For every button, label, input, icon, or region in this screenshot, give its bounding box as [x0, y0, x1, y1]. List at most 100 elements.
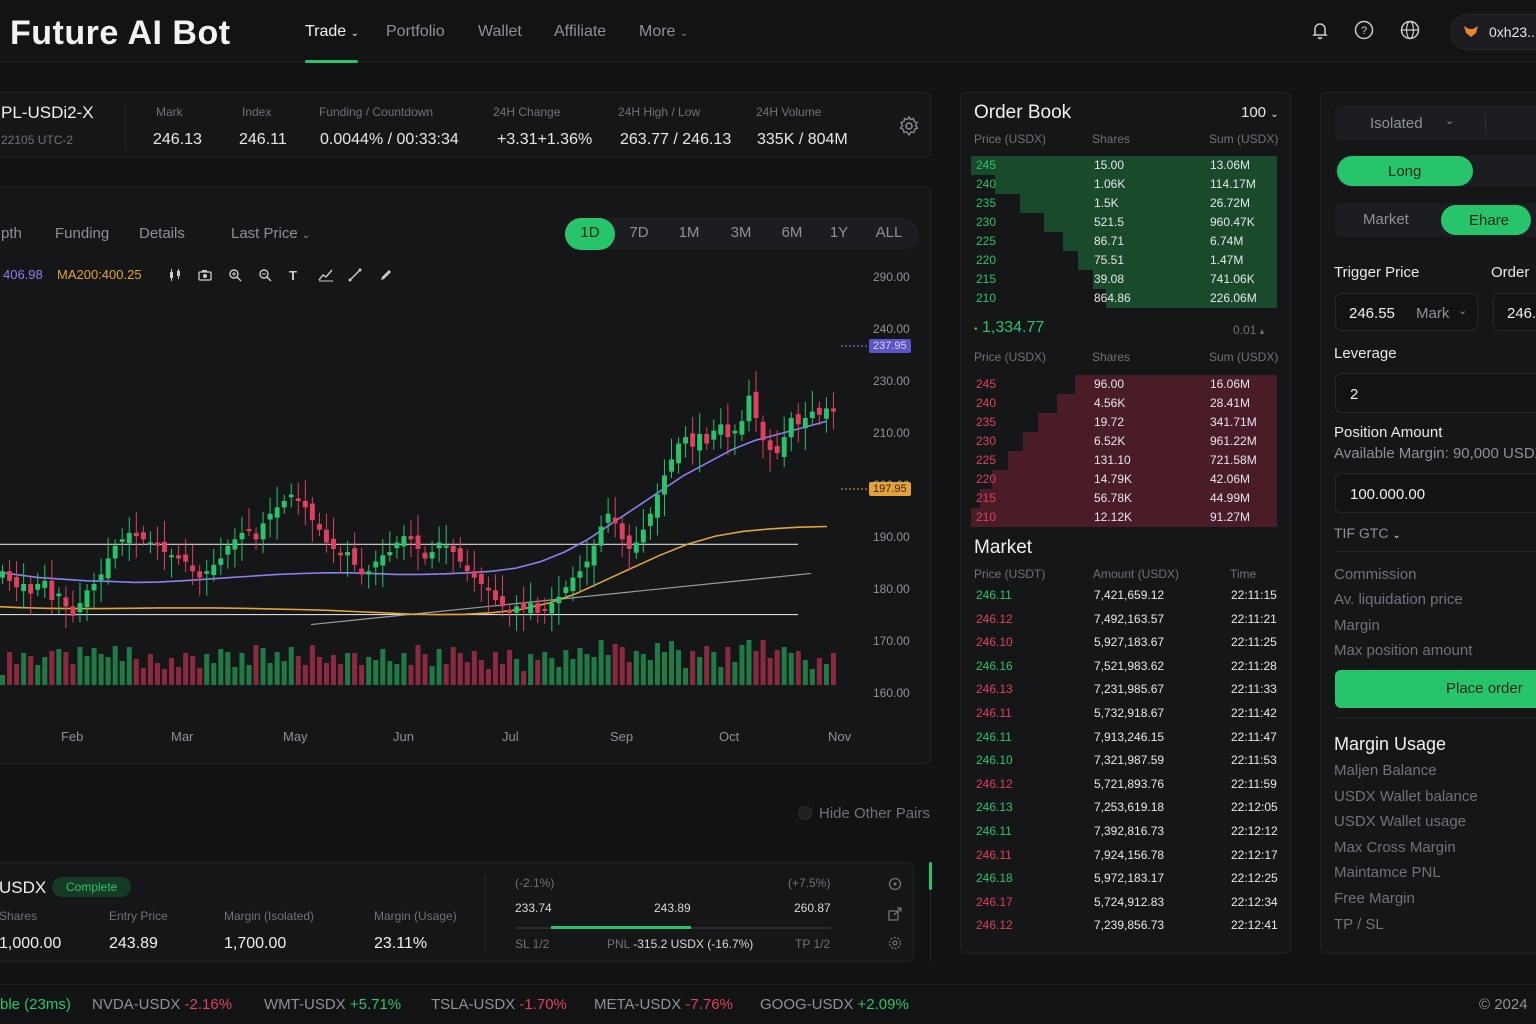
trade-time: 22:12:41	[1231, 918, 1278, 933]
row-price: 245	[976, 158, 997, 172]
candle-body	[760, 421, 766, 441]
long-button[interactable]: Long	[1337, 156, 1473, 186]
hide-other-pairs-label[interactable]: Hide Other Pairs	[819, 805, 930, 822]
ticker-item[interactable]: WMT-USDX +5.71%	[264, 996, 401, 1013]
trade-row[interactable]: 246.18 5,972,183.17 22:12:25	[961, 868, 1292, 892]
candle-body	[422, 552, 428, 559]
ticker-item[interactable]: META-USDX -7.76%	[594, 996, 733, 1013]
candle-body	[176, 555, 182, 559]
nav-portfolio[interactable]: Portfolio	[386, 23, 445, 41]
trade-amount: 7,492,163.57	[1094, 611, 1165, 626]
bid-row[interactable]: 220 75.51 1.47M	[961, 251, 1292, 270]
volume-bar	[7, 652, 13, 685]
price-chart[interactable]	[0, 187, 932, 765]
bid-row[interactable]: 210 864.86 226.06M	[961, 289, 1292, 308]
candle-body	[690, 433, 696, 447]
trigger-type[interactable]: Mark	[1416, 305, 1449, 322]
trade-row[interactable]: 246.12 7,492,163.57 22:11:21	[961, 609, 1292, 633]
volume-bar	[154, 663, 160, 685]
trade-price: 246.13	[976, 682, 1013, 697]
leverage-input[interactable]: 2	[1335, 373, 1536, 413]
trade-row[interactable]: 246.12 5,721,893.76 22:11:59	[961, 774, 1292, 798]
bid-row[interactable]: 240 1.06K 114.17M	[961, 175, 1292, 194]
bid-row[interactable]: 230 521.5 960.47K	[961, 213, 1292, 232]
trade-row[interactable]: 246.11 7,421,659.12 22:11:15	[961, 585, 1292, 609]
ticker-item[interactable]: NVDA-USDX -2.16%	[92, 996, 232, 1013]
row-price: 220	[976, 472, 997, 486]
tick-size-select[interactable]: 0.01 ▴	[1233, 323, 1264, 337]
trade-row[interactable]: 246.10 7,321,987.59 22:11:53	[961, 750, 1292, 774]
trade-row[interactable]: 246.12 7,239,856.73 22:12:41	[961, 915, 1292, 939]
candle-body	[380, 555, 386, 566]
candle-body	[49, 580, 55, 600]
bell-icon[interactable]	[1309, 20, 1331, 42]
index-value: 246.11	[239, 131, 287, 148]
help-icon[interactable]: ?	[1353, 20, 1375, 42]
pair-title[interactable]: PL-USDi2-X	[1, 103, 94, 123]
tif-select[interactable]: TIF GTC ⌄	[1334, 525, 1401, 541]
order-price-input[interactable]: 246.	[1493, 293, 1536, 331]
trade-amount: 7,253,619.18	[1094, 800, 1165, 815]
bid-row[interactable]: 215 39.08 741.06K	[961, 270, 1292, 289]
trade-row[interactable]: 246.11 7,913,246.15 22:11:47	[961, 727, 1292, 751]
candle-body	[183, 554, 189, 562]
trigger-price-value: 246.55	[1349, 305, 1395, 322]
trade-row[interactable]: 246.17 5,724,912.83 22:12:34	[961, 892, 1292, 916]
trade-row[interactable]: 246.13 7,231,985.67 22:11:33	[961, 679, 1292, 703]
bid-row[interactable]: 225 86.71 6.74M	[961, 232, 1292, 251]
place-order-button[interactable]: Place order	[1335, 670, 1536, 708]
trade-row[interactable]: 246.13 7,253,619.18 22:12:05	[961, 797, 1292, 821]
candle-body	[464, 565, 470, 572]
funding-label: Funding / Countdown	[319, 105, 434, 119]
trade-row[interactable]: 246.16 7,521,983.62 22:11:28	[961, 656, 1292, 680]
trade-row[interactable]: 246.10 5,927,183.67 22:11:25	[961, 632, 1292, 656]
ask-row[interactable]: 230 6.52K 961.22M	[961, 432, 1292, 451]
position-amount-input[interactable]: 100.000.00	[1335, 473, 1536, 513]
nav-affiliate[interactable]: Affiliate	[554, 23, 606, 41]
volume-bar	[218, 649, 224, 685]
ask-row[interactable]: 235 19.72 341.71M	[961, 413, 1292, 432]
ask-row[interactable]: 225 131.10 721.58M	[961, 451, 1292, 470]
depth-value: 100	[1241, 104, 1267, 121]
nav-more[interactable]: More ⌄	[639, 23, 688, 41]
share-icon[interactable]	[888, 907, 902, 926]
ask-row[interactable]: 220 14.79K 42.06M	[961, 470, 1292, 489]
globe-icon[interactable]	[1399, 20, 1421, 42]
nav-trade[interactable]: Trade ⌄	[305, 23, 359, 41]
depth-select[interactable]: 100 ⌄	[1241, 104, 1279, 121]
nav-wallet[interactable]: Wallet	[478, 23, 522, 41]
volume-bar	[260, 648, 266, 685]
bid-row[interactable]: 245 15.00 13.06M	[961, 156, 1292, 175]
hide-other-pairs-checkbox[interactable]	[798, 806, 812, 820]
ticker-item[interactable]: GOOG-USDX +2.09%	[760, 996, 909, 1013]
ask-row[interactable]: 240 4.56K 28.41M	[961, 394, 1292, 413]
row-sum: 741.06K	[1210, 272, 1255, 286]
candle-body	[563, 587, 569, 593]
trade-row[interactable]: 246.11 5,732,918.67 22:11:42	[961, 703, 1292, 727]
trade-row[interactable]: 246.11 7,392,816.73 22:12:12	[961, 821, 1292, 845]
ask-row[interactable]: 215 56.78K 44.99M	[961, 489, 1292, 508]
scrollbar-thumb[interactable]	[929, 862, 932, 890]
trigger-price-input[interactable]: 246.55 Mark ⌄	[1335, 293, 1478, 331]
info-liquidation-price: Av. liquidation price	[1334, 591, 1463, 608]
tab-shares[interactable]: Ehare	[1441, 205, 1531, 235]
tab-market[interactable]: Market	[1363, 211, 1409, 228]
trade-price: 246.10	[976, 753, 1013, 768]
tick-size-value: 0.01	[1233, 323, 1257, 337]
ask-row[interactable]: 210 12.12K 91.27M	[961, 508, 1292, 527]
volume-bar	[183, 653, 189, 685]
candle-body	[246, 529, 252, 532]
app-logo[interactable]: Future AI Bot	[10, 14, 231, 53]
info-icon[interactable]	[888, 877, 902, 896]
ask-row[interactable]: 245 96.00 16.06M	[961, 375, 1292, 394]
mid-price: • 1,334.77	[974, 319, 1044, 337]
ticker-item[interactable]: TSLA-USDX -1.70%	[431, 996, 567, 1013]
settings-gear-icon[interactable]	[898, 115, 920, 142]
account-button[interactable]: 0xh23...	[1450, 14, 1536, 50]
trade-price: 246.11	[976, 729, 1012, 744]
margin-mode-select[interactable]: Isolated ⌄	[1335, 106, 1536, 140]
trade-row[interactable]: 246.11 7,924,156.78 22:12:17	[961, 845, 1292, 869]
bid-row[interactable]: 235 1.5K 26.72M	[961, 194, 1292, 213]
settings-icon[interactable]	[888, 936, 902, 955]
candle-body	[218, 558, 224, 565]
